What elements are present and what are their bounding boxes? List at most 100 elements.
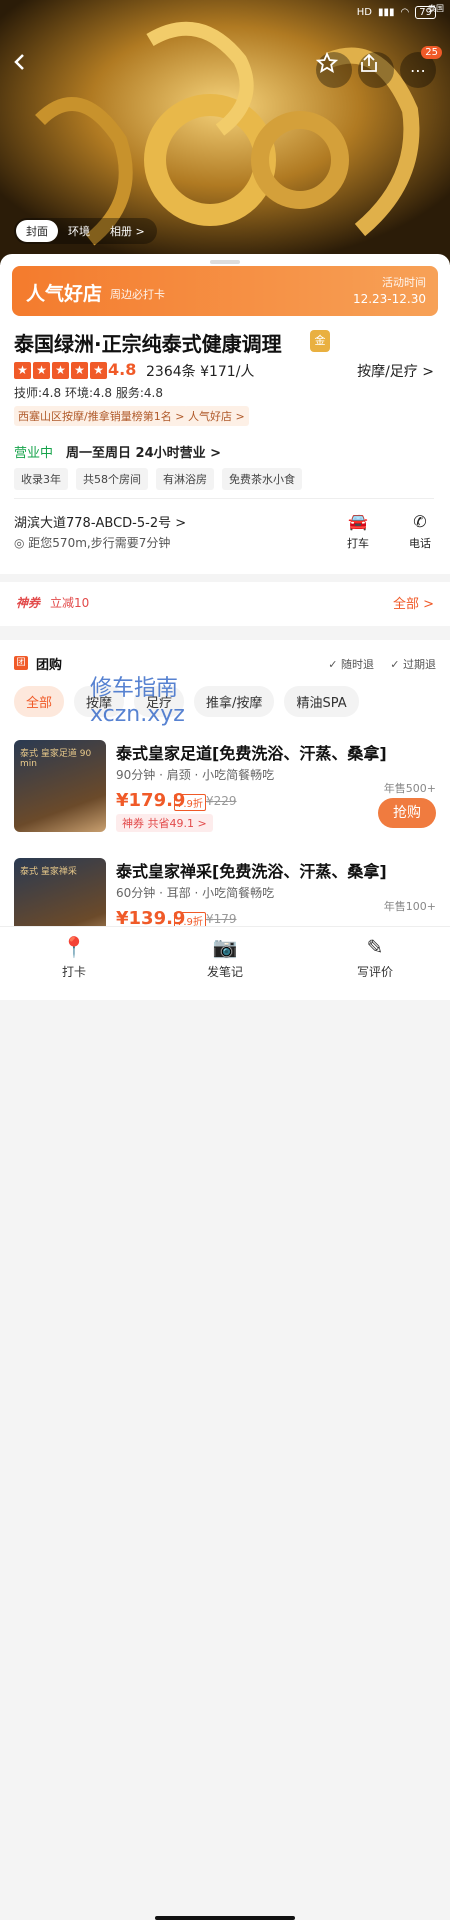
coupon-brand: 神券: [16, 596, 41, 610]
sub-scores: 技师:4.8 环境:4.8 服务:4.8: [14, 386, 164, 400]
star-icon: ★: [14, 362, 31, 379]
business-status: 营业中: [14, 446, 54, 461]
hd-label: HD: [356, 7, 373, 18]
watermark-line1: 修车指南: [90, 676, 179, 701]
facility-tag: 共58个房间: [76, 468, 148, 490]
promo-time-range: 12.23-12.30: [352, 292, 426, 306]
car-icon: 🚘: [348, 512, 368, 531]
star-icon: ★: [52, 362, 69, 379]
tab-environment[interactable]: 环境: [58, 220, 100, 242]
share-button[interactable]: [358, 52, 394, 88]
watermark-overlay: 修车指南 xczn.xyz: [90, 676, 185, 728]
tab-cover[interactable]: 封面: [16, 220, 58, 242]
buy-button[interactable]: 抢购: [378, 798, 436, 828]
deal-original-price: ¥179: [206, 912, 237, 926]
taxi-label: 打车: [347, 537, 369, 550]
address-link[interactable]: 湖滨大道778-ABCD-5-2号 >: [14, 512, 186, 531]
deal-item[interactable]: 泰式 皇家足道 90 min 泰式皇家足道[免费洗浴、汗蒸、桑拿] 90分钟 ·…: [14, 740, 436, 840]
coupon-row[interactable]: 神券 立减10 全部 >: [0, 582, 450, 626]
home-indicator: [155, 1916, 295, 1920]
category-filters: 全部 按摩 足疗 推拿/按摩 精油SPA: [14, 686, 359, 717]
facility-tag: 有淋浴房: [156, 468, 214, 490]
promo-subtitle: 周边必打卡: [110, 288, 165, 301]
facility-tags: 收录3年 共58个房间 有淋浴房 免费茶水小食: [14, 468, 302, 490]
taxi-button[interactable]: 🚘 打车: [338, 512, 378, 551]
wifi-icon: ◠: [400, 7, 410, 18]
status-bar: HD ▮▮▮ ◠ 79: [357, 6, 436, 19]
check-icon: ✓: [390, 658, 403, 671]
hot-shop-badge[interactable]: 人气好店 >: [184, 406, 249, 426]
note-label: 发笔记: [206, 965, 243, 979]
signal-icon: ▮▮▮: [378, 7, 395, 18]
coupon-value: 立减10: [50, 596, 90, 610]
star-icon: ★: [71, 362, 88, 379]
divider: [14, 498, 434, 499]
rank-badge[interactable]: 西塞山区按摩/推拿销量榜第1名 >: [14, 406, 189, 426]
filter-tuina[interactable]: 推拿/按摩: [194, 686, 275, 717]
deal-desc: 90分钟 · 肩颈 · 小吃简餐畅吃: [116, 768, 275, 782]
gold-medal-icon: 金: [310, 330, 330, 352]
facility-tag: 免费茶水小食: [222, 468, 302, 490]
star-icon: [316, 52, 338, 74]
review-label: 写评价: [356, 965, 393, 979]
share-icon: [361, 53, 377, 72]
facility-tag: 收录3年: [14, 468, 68, 490]
expired-refund: ✓ 过期退: [390, 656, 436, 672]
notification-badge: 25: [421, 46, 442, 59]
category-link[interactable]: 按摩/足疗 >: [357, 361, 434, 381]
tab-album[interactable]: 相册 >: [100, 220, 155, 242]
rating-stars: ★ ★ ★ ★ ★: [14, 362, 107, 379]
back-button[interactable]: [10, 52, 46, 88]
expired-refund-label: 过期退: [403, 658, 436, 671]
rating-score: 4.8: [108, 360, 137, 379]
deal-original-price: ¥229: [206, 794, 237, 808]
distance-info: ◎ 距您570m,步行需要7分钟: [14, 534, 170, 551]
chevron-left-icon: [14, 54, 24, 70]
more-icon: ⋯: [410, 60, 426, 80]
review-count-price[interactable]: 2364条 ¥171/人: [146, 361, 254, 381]
checkin-button[interactable]: 📍 打卡: [34, 935, 114, 980]
group-buy-icon: 团: [14, 656, 28, 670]
battery-icon: 79: [415, 6, 436, 19]
photo-tabs: 封面 环境 相册 >: [14, 218, 157, 244]
more-button[interactable]: ⋯ 25: [400, 46, 442, 88]
deal-sold: 年售500+: [383, 782, 436, 795]
promo-time-label: 活动时间: [382, 276, 426, 289]
deal-sold: 年售100+: [383, 900, 436, 913]
shop-name: 泰国绿洲·正宗纯泰式健康调理: [14, 332, 282, 356]
checkin-label: 打卡: [61, 965, 86, 979]
bottom-action-bar: 📍 打卡 📷 发笔记 ✎ 写评价: [0, 926, 450, 1920]
star-icon: ★: [33, 362, 50, 379]
any-time-refund-label: 随时退: [341, 658, 374, 671]
deal-desc: 60分钟 · 耳部 · 小吃简餐畅吃: [116, 886, 275, 900]
watermark-line2: xczn.xyz: [90, 702, 185, 727]
write-note-button[interactable]: 📷 发笔记: [185, 935, 265, 980]
group-buy-title: 团购: [36, 658, 63, 673]
deal-discount: 7.9折: [174, 794, 206, 811]
shop-info-sheet: 人气好店 周边必打卡 活动时间 12.23-12.30 泰国绿洲·正宗纯泰式健康…: [0, 254, 450, 574]
filter-spa[interactable]: 精油SPA: [284, 686, 359, 717]
phone-label: 电话: [409, 537, 431, 550]
any-time-refund: ✓ 随时退: [328, 656, 374, 672]
phone-icon: ✆: [413, 512, 427, 531]
coupon-all-link[interactable]: 全部 >: [393, 593, 434, 612]
location-pin-icon: ◎: [14, 536, 29, 550]
deal-savings[interactable]: 神券 共省49.1 >: [116, 814, 213, 832]
filter-all[interactable]: 全部: [14, 686, 65, 717]
business-hours[interactable]: 周一至周日 24小时营业 >: [66, 442, 221, 461]
write-review-button[interactable]: ✎ 写评价: [335, 935, 415, 980]
promo-title: 人气好店: [26, 283, 103, 305]
deal-name: 泰式皇家禅采[免费洗浴、汗蒸、桑拿]: [116, 862, 387, 881]
favorite-button[interactable]: [316, 52, 352, 88]
group-buy-section: 团 团购 ✓ 随时退 ✓ 过期退 全部 按摩 足疗 推拿/按摩 精油SPA 泰式…: [0, 640, 450, 950]
phone-button[interactable]: ✆ 电话: [400, 512, 440, 551]
deal-name: 泰式皇家足道[免费洗浴、汗蒸、桑拿]: [116, 744, 387, 763]
camera-icon: 📷: [212, 935, 238, 959]
hero-photo[interactable]: 泰国 HD ▮▮▮ ◠ 79 ⋯ 25 封面 环境 相册 >: [0, 0, 450, 265]
edit-icon: ✎: [366, 935, 384, 959]
promo-banner[interactable]: 人气好店 周边必打卡 活动时间 12.23-12.30: [12, 266, 438, 316]
deal-thumbnail: 泰式 皇家足道 90 min: [14, 740, 106, 832]
star-icon: ★: [90, 362, 107, 379]
map-pin-icon: 📍: [61, 935, 87, 959]
drag-handle[interactable]: [210, 260, 240, 264]
